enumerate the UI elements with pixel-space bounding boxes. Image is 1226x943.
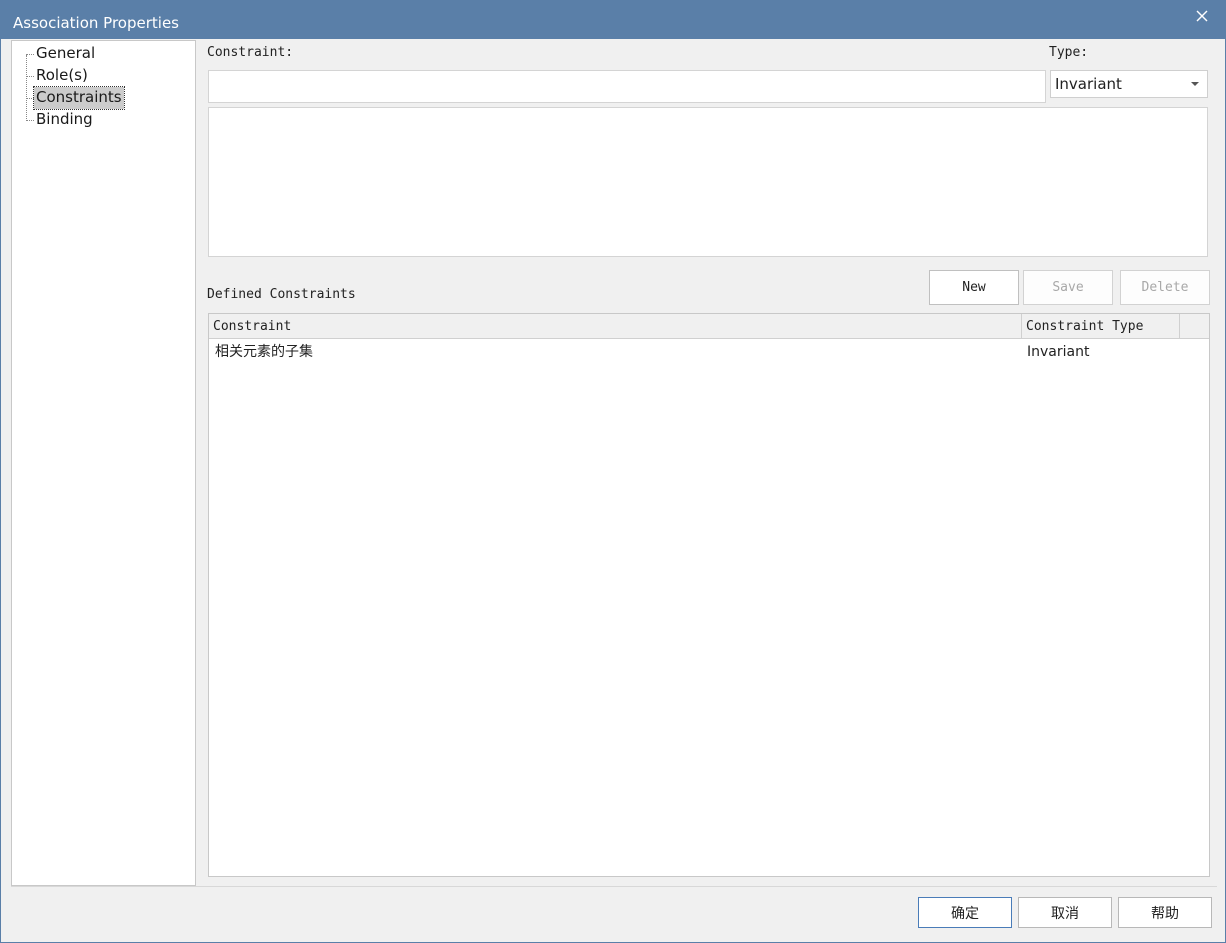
footer-divider <box>11 886 1217 887</box>
table-header: Constraint Constraint Type <box>209 314 1209 339</box>
close-button[interactable] <box>1187 5 1217 27</box>
tree-item-binding[interactable]: Binding <box>34 109 95 131</box>
tree-connector <box>26 120 34 121</box>
tree-item-roles[interactable]: Role(s) <box>34 65 90 87</box>
tree-connector <box>26 76 34 77</box>
column-header-filler <box>1180 314 1209 339</box>
defined-constraints-table: Constraint Constraint Type 相关元素的子集 Invar… <box>208 313 1210 877</box>
association-properties-dialog: Association Properties General Role(s) C… <box>0 0 1226 943</box>
ok-button[interactable]: 确定 <box>918 897 1012 928</box>
navigation-tree: General Role(s) Constraints Binding <box>11 40 196 886</box>
chevron-down-icon <box>1191 82 1199 86</box>
type-select[interactable]: Invariant <box>1050 70 1208 98</box>
row-type-cell: Invariant <box>1027 344 1090 360</box>
tree-connector <box>26 54 34 55</box>
delete-button[interactable]: Delete <box>1120 270 1210 305</box>
save-button[interactable]: Save <box>1023 270 1113 305</box>
help-button[interactable]: 帮助 <box>1118 897 1212 928</box>
column-header-constraint-type[interactable]: Constraint Type <box>1022 314 1180 339</box>
type-select-value: Invariant <box>1055 75 1122 93</box>
close-icon <box>1196 10 1208 22</box>
cancel-button[interactable]: 取消 <box>1018 897 1112 928</box>
window-title: Association Properties <box>13 14 179 32</box>
new-button[interactable]: New <box>929 270 1019 305</box>
tree-item-constraints[interactable]: Constraints <box>33 86 125 110</box>
tree-connector <box>26 55 27 121</box>
table-row[interactable]: 相关元素的子集 Invariant <box>209 340 1209 364</box>
tree-item-general[interactable]: General <box>34 43 97 65</box>
column-header-constraint[interactable]: Constraint <box>209 314 1022 339</box>
tree-connector <box>26 98 34 99</box>
row-constraint-cell: 相关元素的子集 <box>215 344 313 360</box>
title-bar: Association Properties <box>1 1 1225 39</box>
defined-constraints-heading: Defined Constraints <box>207 287 356 302</box>
type-label: Type: <box>1049 45 1089 60</box>
constraint-notes-textarea[interactable] <box>208 107 1208 257</box>
constraint-label: Constraint: <box>207 45 294 60</box>
constraint-input[interactable] <box>208 70 1046 103</box>
